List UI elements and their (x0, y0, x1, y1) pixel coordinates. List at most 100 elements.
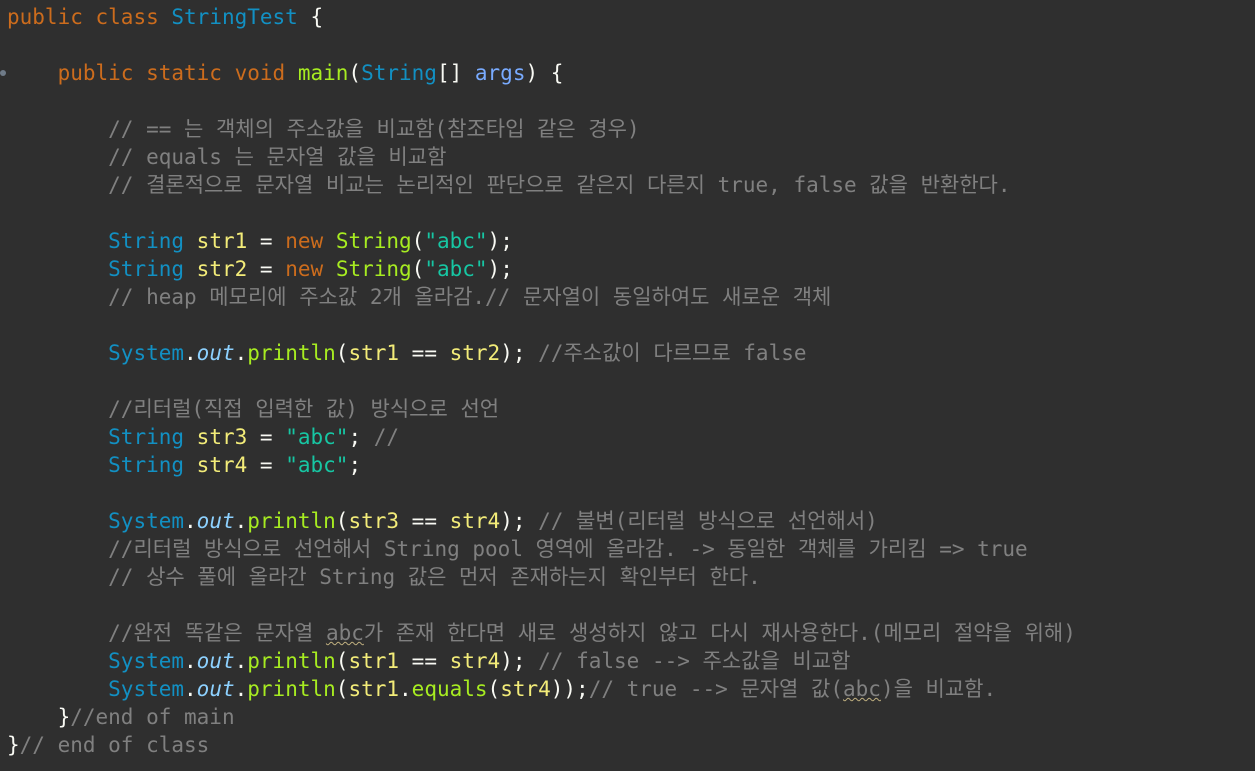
keyword: public (7, 5, 83, 29)
code-line-9[interactable]: String str1 = new String("abc"); (7, 227, 513, 255)
dot: . (184, 677, 197, 701)
breakpoint-dot-icon (0, 70, 6, 76)
dot: . (184, 509, 197, 533)
code-line-21[interactable]: // 상수 풀에 올라간 String 값은 먼저 존재하는지 확인부터 한다. (7, 563, 761, 591)
static-field: out (196, 649, 235, 673)
comment: // true --> 문자열 값( (588, 677, 843, 701)
paren: ) (525, 61, 539, 85)
operator: == (411, 509, 437, 533)
method-name: println (247, 677, 336, 701)
keyword: class (95, 5, 159, 29)
code-line-24[interactable]: System.out.println(str1 == str4); // fal… (7, 647, 850, 675)
code-line-15[interactable]: //리터럴(직접 입력한 값) 방식으로 선언 (7, 395, 499, 423)
keyword: new (285, 229, 324, 253)
brace: { (550, 61, 564, 85)
type-name: String (108, 453, 185, 477)
paren: ); (500, 509, 526, 533)
variable: str2 (196, 257, 248, 281)
code-line-6[interactable]: // equals 는 문자열 값을 비교함 (7, 143, 446, 171)
keyword: new (285, 257, 324, 281)
paren: ); (500, 341, 526, 365)
code-line-17[interactable]: String str4 = "abc"; (7, 451, 361, 479)
semicolon: ; (348, 425, 362, 449)
paren: ( (411, 229, 425, 253)
brace: { (310, 5, 324, 29)
comment: // 불변(리터럴 방식으로 선언해서) (538, 509, 878, 533)
type-name: String (108, 425, 185, 449)
brackets: [] (436, 61, 463, 85)
type-name: String (108, 229, 185, 253)
comment: 가 존재 한다면 새로 생성하지 않고 다시 재사용한다.(메모리 절약을 위해… (363, 621, 1076, 645)
variable: str2 (449, 341, 501, 365)
dot: . (234, 649, 248, 673)
variable: str4 (449, 509, 501, 533)
semicolon: ; (348, 453, 362, 477)
keyword: static (146, 61, 222, 85)
static-field: out (196, 677, 235, 701)
code-line-1[interactable]: public class StringTest { (7, 3, 323, 31)
dot: . (184, 649, 197, 673)
operator: == (411, 341, 437, 365)
paren: ( (335, 649, 349, 673)
variable: str1 (348, 649, 400, 673)
string-literal: "abc" (424, 257, 488, 281)
code-line-7[interactable]: // 결론적으로 문자열 비교는 논리적인 판단으로 같은지 다른지 true,… (7, 171, 1010, 199)
variable: str4 (500, 677, 551, 701)
string-literal: "abc" (285, 453, 349, 477)
dot: . (184, 341, 197, 365)
code-line-20[interactable]: //리터럴 방식으로 선언해서 String pool 영역에 올라감. -> … (7, 535, 1028, 563)
class-name: System (108, 341, 185, 365)
variable: str1 (348, 677, 400, 701)
spelling-warning: abc (843, 677, 881, 701)
code-line-5[interactable]: // == 는 객체의 주소값을 비교함(참조타입 같은 경우) (7, 115, 639, 143)
variable: str4 (196, 453, 248, 477)
class-name: System (108, 509, 185, 533)
variable: str3 (196, 425, 248, 449)
code-line-13[interactable]: System.out.println(str1 == str2); //주소값이… (7, 339, 806, 367)
code-line-23[interactable]: //완전 똑같은 문자열 abc가 존재 한다면 새로 생성하지 않고 다시 재… (7, 619, 1076, 647)
code-line-10[interactable]: String str2 = new String("abc"); (7, 255, 513, 283)
operator: = (259, 257, 273, 281)
method-name: println (247, 509, 336, 533)
type-name: String (361, 61, 437, 85)
comment: // false --> 주소값을 비교함 (538, 649, 851, 673)
code-line-11[interactable]: // heap 메모리에 주소값 2개 올라감.// 문자열이 동일하여도 새로… (7, 283, 831, 311)
method-name: main (297, 61, 349, 85)
paren: ( (411, 257, 425, 281)
comment: //end of main (70, 705, 235, 729)
dot: . (234, 341, 248, 365)
code-line-27[interactable]: }// end of class (7, 731, 209, 759)
code-editor[interactable]: public class StringTest { public static … (0, 0, 1255, 771)
constructor: String (335, 229, 412, 253)
code-line-26[interactable]: }//end of main (7, 703, 235, 731)
operator: = (259, 425, 273, 449)
code-line-19[interactable]: System.out.println(str3 == str4); // 불변(… (7, 507, 878, 535)
comment: // heap 메모리에 주소값 2개 올라감.// 문자열이 동일하여도 새로… (108, 285, 832, 309)
static-field: out (196, 341, 235, 365)
comment: // equals 는 문자열 값을 비교함 (108, 145, 447, 169)
paren: ( (487, 677, 501, 701)
paren: ( (335, 509, 349, 533)
comment: //완전 똑같은 문자열 (108, 621, 326, 645)
variable: str4 (449, 649, 501, 673)
code-line-3[interactable]: public static void main(String[] args) { (7, 59, 564, 87)
comment: //리터럴 방식으로 선언해서 String pool 영역에 올라감. -> … (108, 537, 1028, 561)
brace: } (57, 705, 71, 729)
method-name: equals (411, 677, 488, 701)
type-name: String (108, 257, 185, 281)
method-name: println (247, 649, 336, 673)
paren: )); (550, 677, 589, 701)
method-name: println (247, 341, 336, 365)
paren: ); (487, 229, 513, 253)
comment: )을 비교함. (880, 677, 997, 701)
code-line-16[interactable]: String str3 = "abc"; // (7, 423, 399, 451)
class-name: System (108, 649, 185, 673)
operator: = (259, 453, 273, 477)
comment: // end of class (19, 733, 210, 757)
keyword: public (57, 61, 134, 85)
operator: == (411, 649, 437, 673)
keyword: void (234, 61, 286, 85)
code-line-25[interactable]: System.out.println(str1.equals(str4));//… (7, 675, 996, 703)
dot: . (399, 677, 412, 701)
class-name: System (108, 677, 185, 701)
